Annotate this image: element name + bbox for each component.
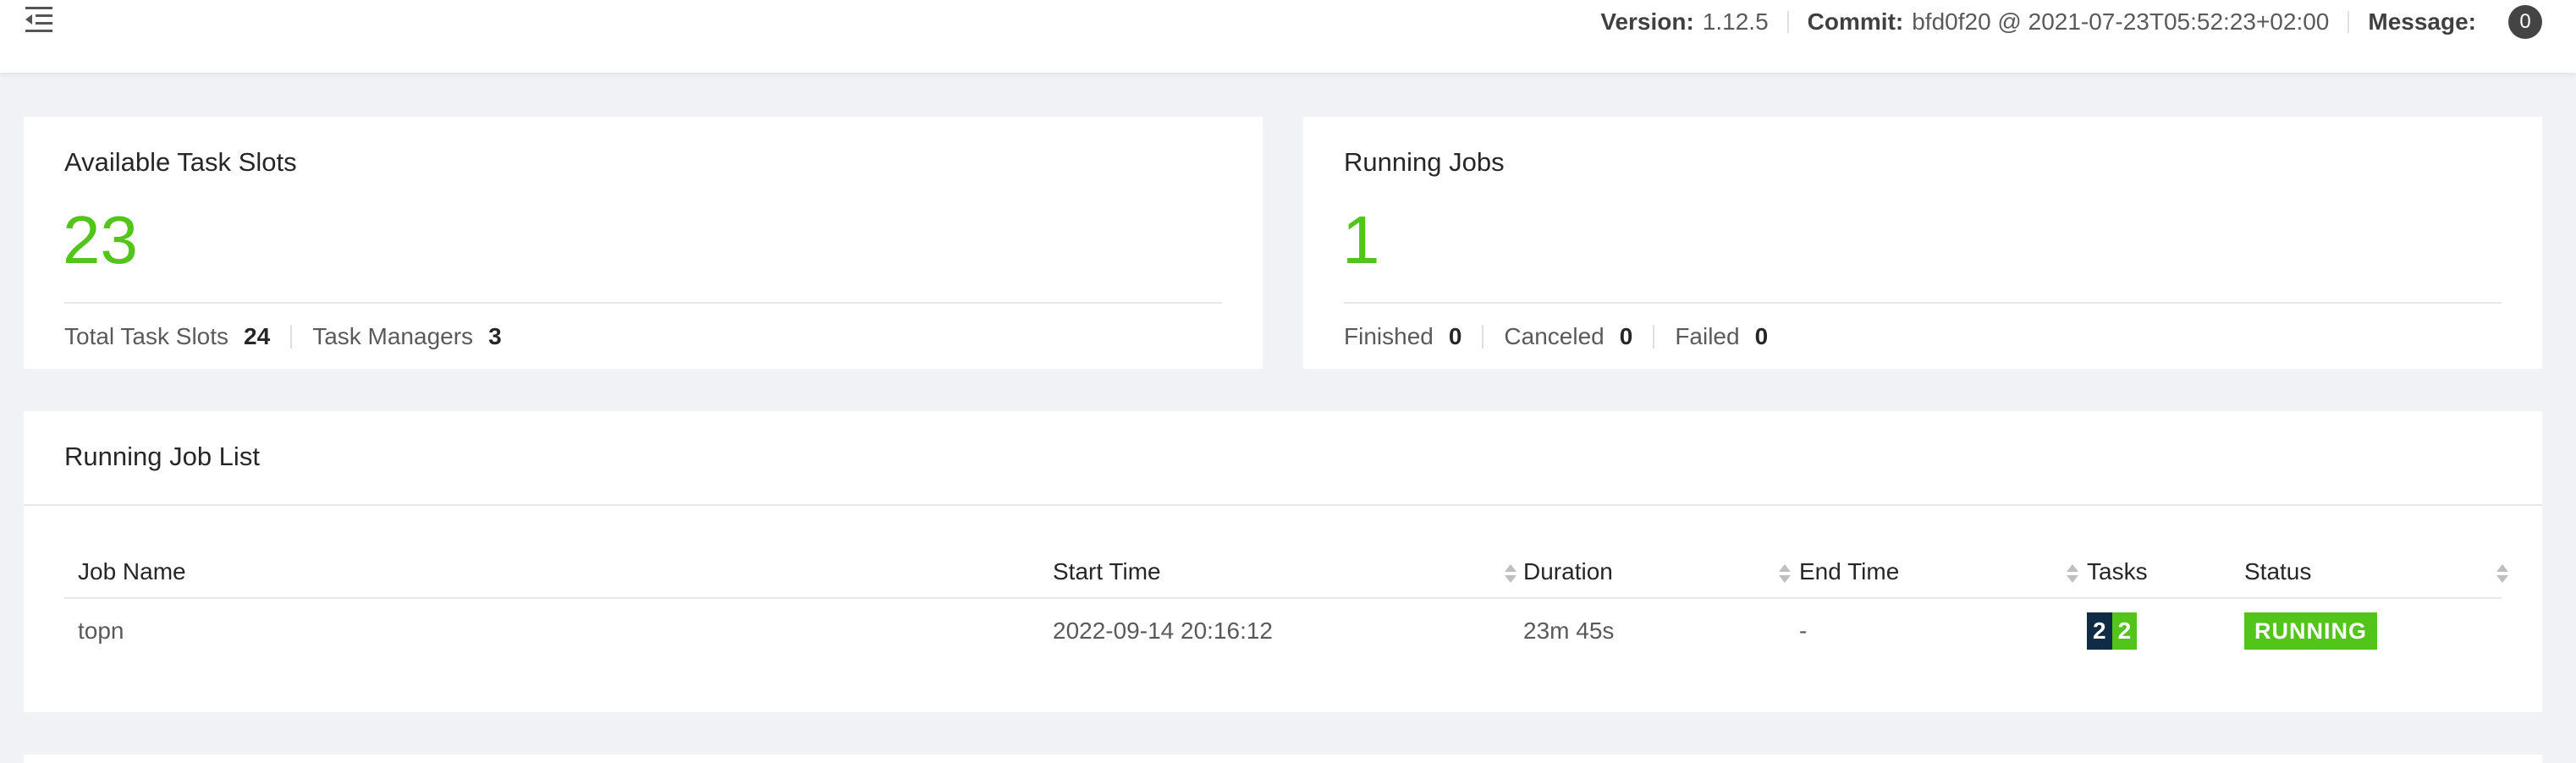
canceled-value: 0 xyxy=(1619,323,1633,349)
version-info: Version: 1.12.5 xyxy=(1600,8,1768,36)
total-task-slots-label: Total Task Slots xyxy=(64,323,229,349)
version-value: 1.12.5 xyxy=(1702,8,1769,35)
end-time-cell: - xyxy=(1799,618,1808,644)
top-header: Version: 1.12.5 Commit: bfd0f20 @ 2021-0… xyxy=(0,0,2576,73)
sort-icon[interactable] xyxy=(1777,562,1792,585)
finished-label: Finished xyxy=(1344,323,1434,349)
divider xyxy=(1786,11,1789,33)
task-slots-footer: Total Task Slots 24 Task Managers 3 xyxy=(64,323,502,350)
column-header-job-name: Job Name xyxy=(78,558,186,585)
next-card-edge xyxy=(24,755,2542,763)
card-divider xyxy=(1344,302,2502,304)
table-header: Job Name Start Time Duration End Time Ta… xyxy=(64,546,2508,599)
status-badge: RUNNING xyxy=(2244,612,2377,650)
task-managers-value: 3 xyxy=(488,323,502,349)
column-header-tasks: Tasks xyxy=(2087,558,2148,585)
sort-icon[interactable] xyxy=(1503,562,1518,585)
status-cell: RUNNING xyxy=(2244,599,2377,663)
tasks-cell: 2 2 xyxy=(2087,599,2138,663)
running-jobs-card: Running Jobs 1 Finished 0 Canceled 0 Fai… xyxy=(1303,117,2542,369)
divider xyxy=(1653,325,1655,349)
divider xyxy=(290,325,293,349)
running-jobs-count: 1 xyxy=(1342,202,1380,277)
sort-icon[interactable] xyxy=(2495,562,2510,585)
running-jobs-footer: Finished 0 Canceled 0 Failed 0 xyxy=(1344,323,1768,350)
task-slots-card: Available Task Slots 23 Total Task Slots… xyxy=(24,117,1263,369)
running-job-list-card: Running Job List Job Name Start Time Dur… xyxy=(24,411,2542,712)
column-header-duration[interactable]: Duration xyxy=(1523,546,1613,597)
failed-label: Failed xyxy=(1675,323,1740,349)
task-managers-label: Task Managers xyxy=(312,323,474,349)
running-jobs-title: Running Jobs xyxy=(1344,147,1505,177)
column-header-start-time[interactable]: Start Time xyxy=(1053,546,1161,597)
menu-fold-icon[interactable] xyxy=(24,5,56,34)
table-row[interactable]: topn 2022-09-14 20:16:12 23m 45s - 2 2 R… xyxy=(64,599,2502,663)
running-job-table: Job Name Start Time Duration End Time Ta… xyxy=(64,546,2508,663)
message-count-badge[interactable]: 0 xyxy=(2508,5,2542,39)
card-divider xyxy=(64,302,1222,304)
version-label: Version: xyxy=(1600,8,1694,35)
start-time-cell: 2022-09-14 20:16:12 xyxy=(1053,618,1273,644)
column-header-status[interactable]: Status xyxy=(2244,546,2311,597)
message-label: Message: xyxy=(2368,8,2476,35)
message-info[interactable]: Message: 0 xyxy=(2368,5,2542,39)
divider xyxy=(1482,325,1484,349)
divider xyxy=(2348,11,2350,33)
task-slots-title: Available Task Slots xyxy=(64,147,297,177)
column-header-end-time[interactable]: End Time xyxy=(1799,546,1899,597)
commit-label: Commit: xyxy=(1807,8,1904,35)
cluster-info: Version: 1.12.5 Commit: bfd0f20 @ 2021-0… xyxy=(1600,5,2542,39)
canceled-label: Canceled xyxy=(1504,323,1604,349)
total-task-slots-value: 24 xyxy=(244,323,271,349)
commit-info: Commit: bfd0f20 @ 2021-07-23T05:52:23+02… xyxy=(1808,8,2330,36)
finished-value: 0 xyxy=(1448,323,1462,349)
job-name-cell[interactable]: topn xyxy=(78,599,124,663)
tasks-total-badge: 2 xyxy=(2087,612,2112,650)
available-task-slots-value: 23 xyxy=(63,202,138,277)
commit-value: bfd0f20 @ 2021-07-23T05:52:23+02:00 xyxy=(1912,8,2330,35)
sort-icon[interactable] xyxy=(2065,562,2080,585)
duration-cell: 23m 45s xyxy=(1523,618,1615,644)
failed-value: 0 xyxy=(1754,323,1769,349)
tasks-running-badge: 2 xyxy=(2111,612,2138,650)
running-job-list-title: Running Job List xyxy=(64,442,260,471)
card-divider xyxy=(24,504,2542,506)
